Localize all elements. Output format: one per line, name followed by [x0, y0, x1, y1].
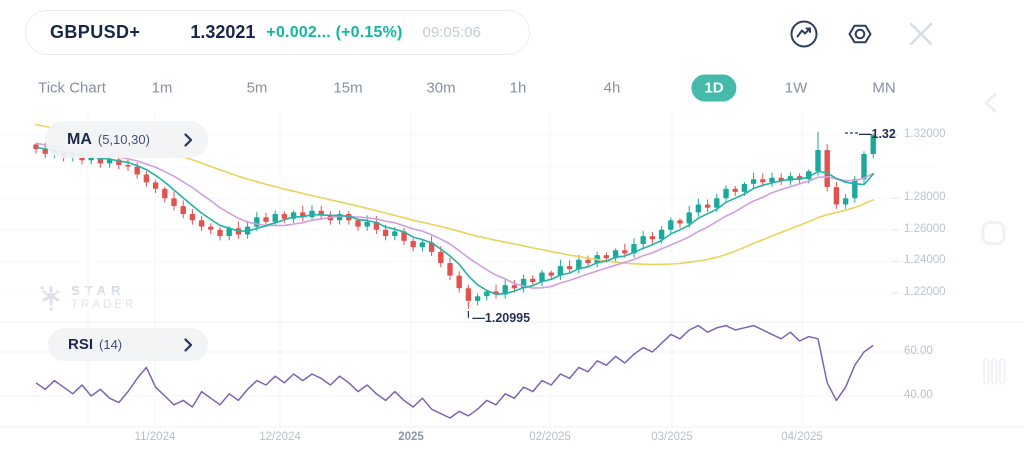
symbol-name: GBPUSD+	[50, 22, 140, 43]
x-axis-label: 12/2024	[259, 431, 301, 443]
gear-icon	[845, 19, 875, 49]
price-axis-label: 1.32000	[904, 128, 946, 140]
rsi-indicator-params: (14)	[99, 337, 122, 352]
tab-mn[interactable]: MN	[872, 80, 895, 97]
rsi-indicator-pill[interactable]: RSI (14)	[48, 328, 208, 361]
tab-1w[interactable]: 1W	[785, 80, 808, 97]
timeframe-tabs: Tick Chart 1m 5m 15m 30m 1h 4h 1D 1W MN	[0, 74, 960, 102]
chevron-right-icon[interactable]	[184, 338, 193, 352]
price-change: +0.002... (+0.15%)	[266, 24, 402, 42]
x-axis-label: 04/2025	[781, 431, 823, 443]
quote-time: 09:05:06	[423, 24, 481, 41]
rsi-indicator-name: RSI	[68, 336, 93, 353]
tab-1m[interactable]: 1m	[152, 80, 173, 97]
tab-5m[interactable]: 5m	[247, 80, 268, 97]
x-axis-label: 02/2025	[529, 431, 571, 443]
indicator-pulse-icon[interactable]	[789, 19, 819, 49]
watchlist-square-icon[interactable]	[980, 219, 1007, 247]
pulse-chart-icon	[789, 19, 819, 49]
tab-1h[interactable]: 1h	[510, 80, 527, 97]
x-axis-label: 2025	[398, 431, 424, 443]
chevron-right-icon[interactable]	[184, 133, 193, 147]
ma-indicator-params: (5,10,30)	[98, 132, 150, 147]
close-button[interactable]	[906, 19, 936, 49]
price-axis-label: 1.22000	[904, 286, 946, 298]
ma-indicator-name: MA	[67, 131, 92, 149]
price-axis-label: 1.24000	[904, 254, 946, 266]
rsi-axis-label: 40.00	[904, 389, 933, 401]
ma-indicator-pill[interactable]: MA (5,10,30)	[45, 121, 208, 158]
current-price: 1.32021	[190, 22, 255, 43]
rsi-axis-label: 60.00	[904, 345, 933, 357]
svg-text:—1.20995: —1.20995	[472, 311, 530, 325]
tab-30m[interactable]: 30m	[426, 80, 455, 97]
svg-text:—1.32: —1.32	[859, 127, 896, 141]
tab-15m[interactable]: 15m	[333, 80, 362, 97]
chart-svg: —1.20995 —1.32	[0, 0, 1024, 473]
close-icon	[906, 19, 936, 49]
x-axis-label: 03/2025	[651, 431, 693, 443]
x-axis-label: 11/2024	[135, 431, 176, 443]
main-chart-canvas[interactable]: —1.20995 —1.32	[0, 0, 1024, 473]
tab-4h[interactable]: 4h	[604, 80, 621, 97]
price-axis-label: 1.28000	[904, 191, 946, 203]
panels-bars-icon[interactable]	[983, 358, 1006, 385]
collapse-chevron-icon[interactable]	[981, 91, 1003, 115]
settings-gear-icon[interactable]	[845, 19, 875, 49]
price-axis-label: 1.26000	[904, 223, 946, 235]
tab-1d[interactable]: 1D	[691, 75, 736, 102]
symbol-info-bar[interactable]: GBPUSD+ 1.32021 +0.002... (+0.15%) 09:05…	[25, 10, 530, 55]
tab-tick-chart[interactable]: Tick Chart	[38, 80, 106, 97]
trading-app: { "header": { "symbol": "GBPUSD+", "pric…	[0, 0, 1024, 473]
